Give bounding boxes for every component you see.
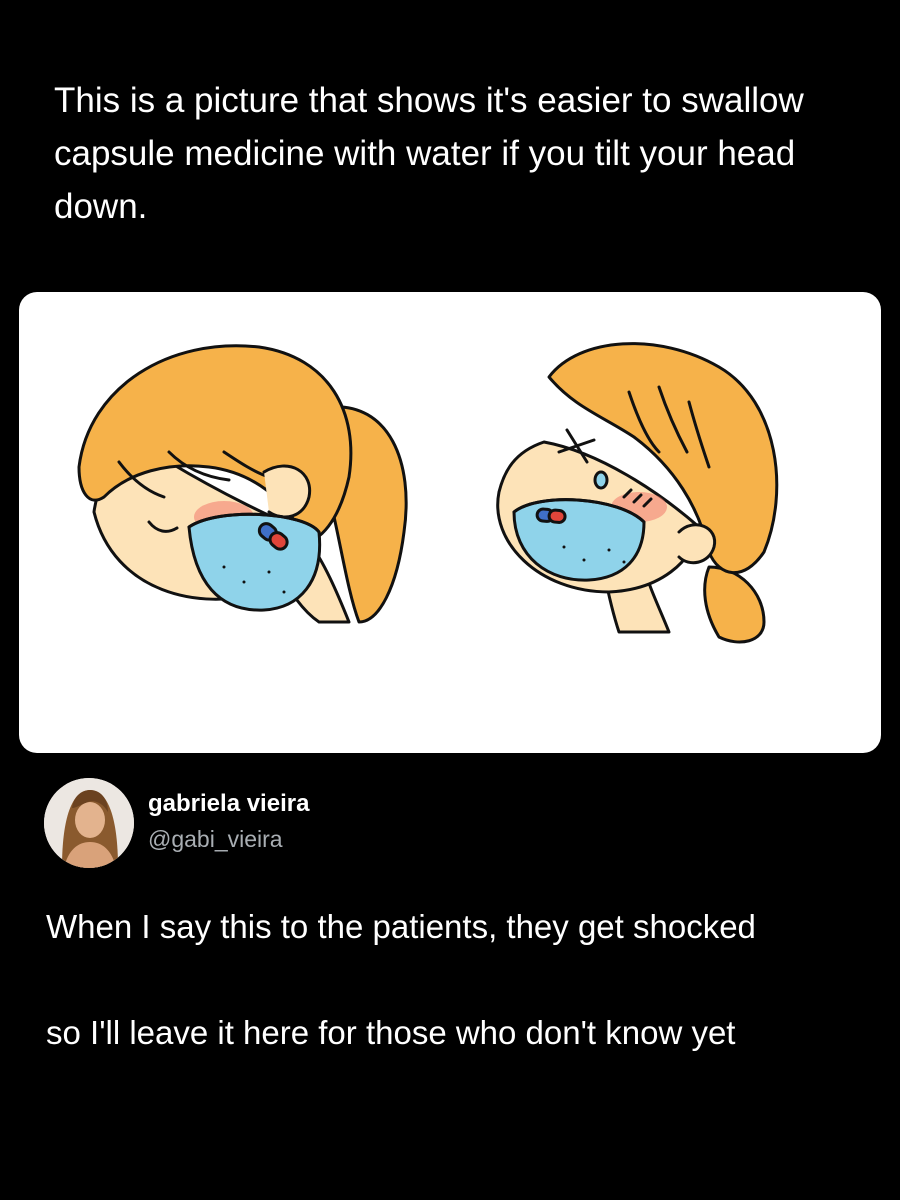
avatar-photo <box>44 778 134 868</box>
avatar[interactable] <box>44 778 134 868</box>
post-caption: This is a picture that shows it's easier… <box>54 81 804 226</box>
author-handle[interactable]: @gabi_vieira <box>148 826 283 853</box>
tweet-paragraph: When I say this to the patients, they ge… <box>46 908 756 945</box>
right-girl-figure <box>496 342 779 644</box>
tweet-text: When I say this to the patients, they ge… <box>46 900 846 1059</box>
author-block[interactable]: gabriela vieira @gabi_vieira <box>44 778 744 870</box>
author-name[interactable]: gabriela vieira <box>148 790 309 818</box>
left-girl-figure <box>77 344 408 624</box>
tweet-paragraph: so I'll leave it here for those who don'… <box>46 1014 736 1051</box>
illustration <box>77 342 779 644</box>
media-image[interactable] <box>19 292 881 753</box>
